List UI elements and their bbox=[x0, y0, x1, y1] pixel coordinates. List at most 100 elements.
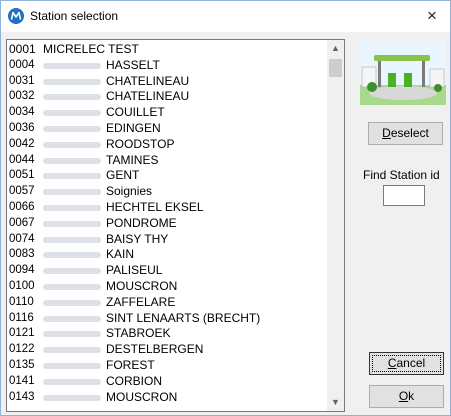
window-title: Station selection bbox=[30, 9, 119, 23]
list-item[interactable]: 0031 CHATELINEAU bbox=[9, 74, 327, 90]
vertical-scrollbar[interactable]: ▲ ▼ bbox=[327, 40, 344, 411]
list-item[interactable]: 0067 PONDROME bbox=[9, 216, 327, 232]
list-item[interactable]: 0044 TAMINES bbox=[9, 153, 327, 169]
list-item[interactable]: 0032 CHATELINEAU bbox=[9, 89, 327, 105]
station-code: 0094 bbox=[9, 264, 35, 277]
list-item[interactable]: 0116 SINT LENAARTS (BRECHT) bbox=[9, 311, 327, 327]
station-name: CORBION bbox=[106, 373, 163, 388]
deselect-button[interactable]: Deselect bbox=[368, 122, 443, 145]
ok-mnemonic: O bbox=[398, 389, 409, 403]
station-name: HASSELT bbox=[106, 57, 160, 72]
redacted-text bbox=[43, 283, 101, 290]
list-item[interactable]: 0141 CORBION bbox=[9, 374, 327, 390]
station-name: Soignies bbox=[106, 184, 153, 199]
station-code: 0001 bbox=[9, 42, 36, 56]
title-bar: Station selection × bbox=[1, 1, 450, 32]
station-code: 0121 bbox=[9, 327, 35, 340]
station-code: 0051 bbox=[9, 169, 35, 182]
station-name: MOUSCRON bbox=[106, 278, 178, 293]
station-name: BAISY THY bbox=[106, 231, 169, 246]
station-code: 0036 bbox=[9, 121, 35, 134]
station-name: STABROEK bbox=[106, 326, 171, 341]
redacted-text bbox=[43, 252, 101, 259]
scroll-up-arrow-icon[interactable]: ▲ bbox=[327, 40, 344, 57]
station-name: MICRELEC TEST bbox=[43, 42, 139, 56]
list-item[interactable]: 0004 HASSELT bbox=[9, 58, 327, 74]
redacted-text bbox=[43, 362, 101, 369]
station-name: ROODSTOP bbox=[106, 136, 175, 151]
redacted-text bbox=[43, 62, 101, 69]
station-name: CHATELINEAU bbox=[106, 73, 190, 88]
redacted-text bbox=[43, 268, 101, 275]
list-item[interactable]: 0057 Soignies bbox=[9, 184, 327, 200]
station-code: 0083 bbox=[9, 248, 35, 261]
redacted-text bbox=[43, 94, 101, 101]
redacted-text bbox=[43, 78, 101, 85]
deselect-mnemonic: D bbox=[382, 126, 391, 140]
station-name: SINT LENAARTS (BRECHT) bbox=[106, 310, 261, 325]
find-station-label: Find Station id bbox=[363, 168, 440, 182]
station-code: 0042 bbox=[9, 137, 35, 150]
cancel-button[interactable]: Cancel bbox=[369, 352, 444, 375]
station-code: 0044 bbox=[9, 153, 35, 166]
list-item[interactable]: 0121 STABROEK bbox=[9, 326, 327, 342]
close-button[interactable]: × bbox=[420, 4, 444, 28]
station-name: COUILLET bbox=[106, 105, 165, 120]
scroll-down-arrow-icon[interactable]: ▼ bbox=[327, 394, 344, 411]
station-code: 0135 bbox=[9, 358, 35, 371]
station-name: DESTELBERGEN bbox=[106, 342, 204, 357]
list-item[interactable]: 0094 PALISEUL bbox=[9, 263, 327, 279]
station-code: 0110 bbox=[9, 295, 34, 308]
station-name: HECHTEL EKSEL bbox=[106, 199, 204, 214]
station-code: 0032 bbox=[9, 90, 35, 103]
station-name: EDINGEN bbox=[106, 120, 161, 135]
redacted-text bbox=[43, 110, 101, 117]
list-item[interactable]: 0100 MOUSCRON bbox=[9, 279, 327, 295]
list-item[interactable]: 0074 BAISY THY bbox=[9, 232, 327, 248]
list-item[interactable]: 0135 FOREST bbox=[9, 358, 327, 374]
station-code: 0031 bbox=[9, 74, 35, 87]
find-station-input[interactable] bbox=[383, 185, 425, 206]
redacted-text bbox=[43, 299, 101, 306]
redacted-text bbox=[43, 141, 101, 148]
list-item[interactable]: 0036 EDINGEN bbox=[9, 121, 327, 137]
list-item[interactable]: 0122 DESTELBERGEN bbox=[9, 342, 327, 358]
list-item[interactable]: 0143 MOUSCRON bbox=[9, 390, 327, 406]
list-item[interactable]: 0110 ZAFFELARE bbox=[9, 295, 327, 311]
station-code: 0057 bbox=[9, 185, 35, 198]
list-item[interactable]: 0051 GENT bbox=[9, 168, 327, 184]
redacted-text bbox=[43, 378, 101, 385]
list-item[interactable]: 0083 KAIN bbox=[9, 247, 327, 263]
station-name: ZAFFELARE bbox=[106, 294, 176, 309]
redacted-text bbox=[43, 189, 101, 196]
station-list[interactable]: 0001 MICRELEC TEST 0004 HASSELT 0031 CHATELIN… bbox=[6, 39, 345, 412]
app-logo-icon bbox=[8, 8, 24, 24]
station-name: TAMINES bbox=[106, 152, 159, 167]
station-name: FOREST bbox=[106, 357, 155, 372]
station-code: 0116 bbox=[9, 311, 34, 324]
redacted-text bbox=[43, 220, 101, 227]
redacted-text bbox=[43, 173, 101, 180]
redacted-text bbox=[43, 347, 101, 354]
gas-station-image bbox=[360, 41, 446, 105]
ok-button[interactable]: Ok bbox=[369, 385, 444, 408]
list-item[interactable]: 0001 MICRELEC TEST bbox=[9, 42, 327, 58]
station-code: 0034 bbox=[9, 106, 35, 119]
scroll-thumb[interactable] bbox=[329, 59, 342, 77]
station-name: CHATELINEAU bbox=[106, 89, 190, 104]
redacted-text bbox=[43, 236, 101, 243]
list-item[interactable]: 0042 ROODSTOP bbox=[9, 137, 327, 153]
redacted-text bbox=[43, 204, 101, 211]
station-code: 0066 bbox=[9, 200, 35, 213]
station-code: 0004 bbox=[9, 58, 35, 71]
station-code: 0141 bbox=[9, 374, 35, 387]
deselect-label: eselect bbox=[390, 126, 429, 140]
redacted-text bbox=[43, 331, 101, 338]
cancel-label: ancel bbox=[396, 356, 426, 370]
station-name: PONDROME bbox=[106, 215, 177, 230]
list-item[interactable]: 0034 COUILLET bbox=[9, 105, 327, 121]
ok-label: k bbox=[408, 389, 415, 403]
list-item[interactable]: 0066 HECHTEL EKSEL bbox=[9, 200, 327, 216]
station-code: 0100 bbox=[9, 279, 35, 292]
redacted-text bbox=[43, 315, 101, 322]
